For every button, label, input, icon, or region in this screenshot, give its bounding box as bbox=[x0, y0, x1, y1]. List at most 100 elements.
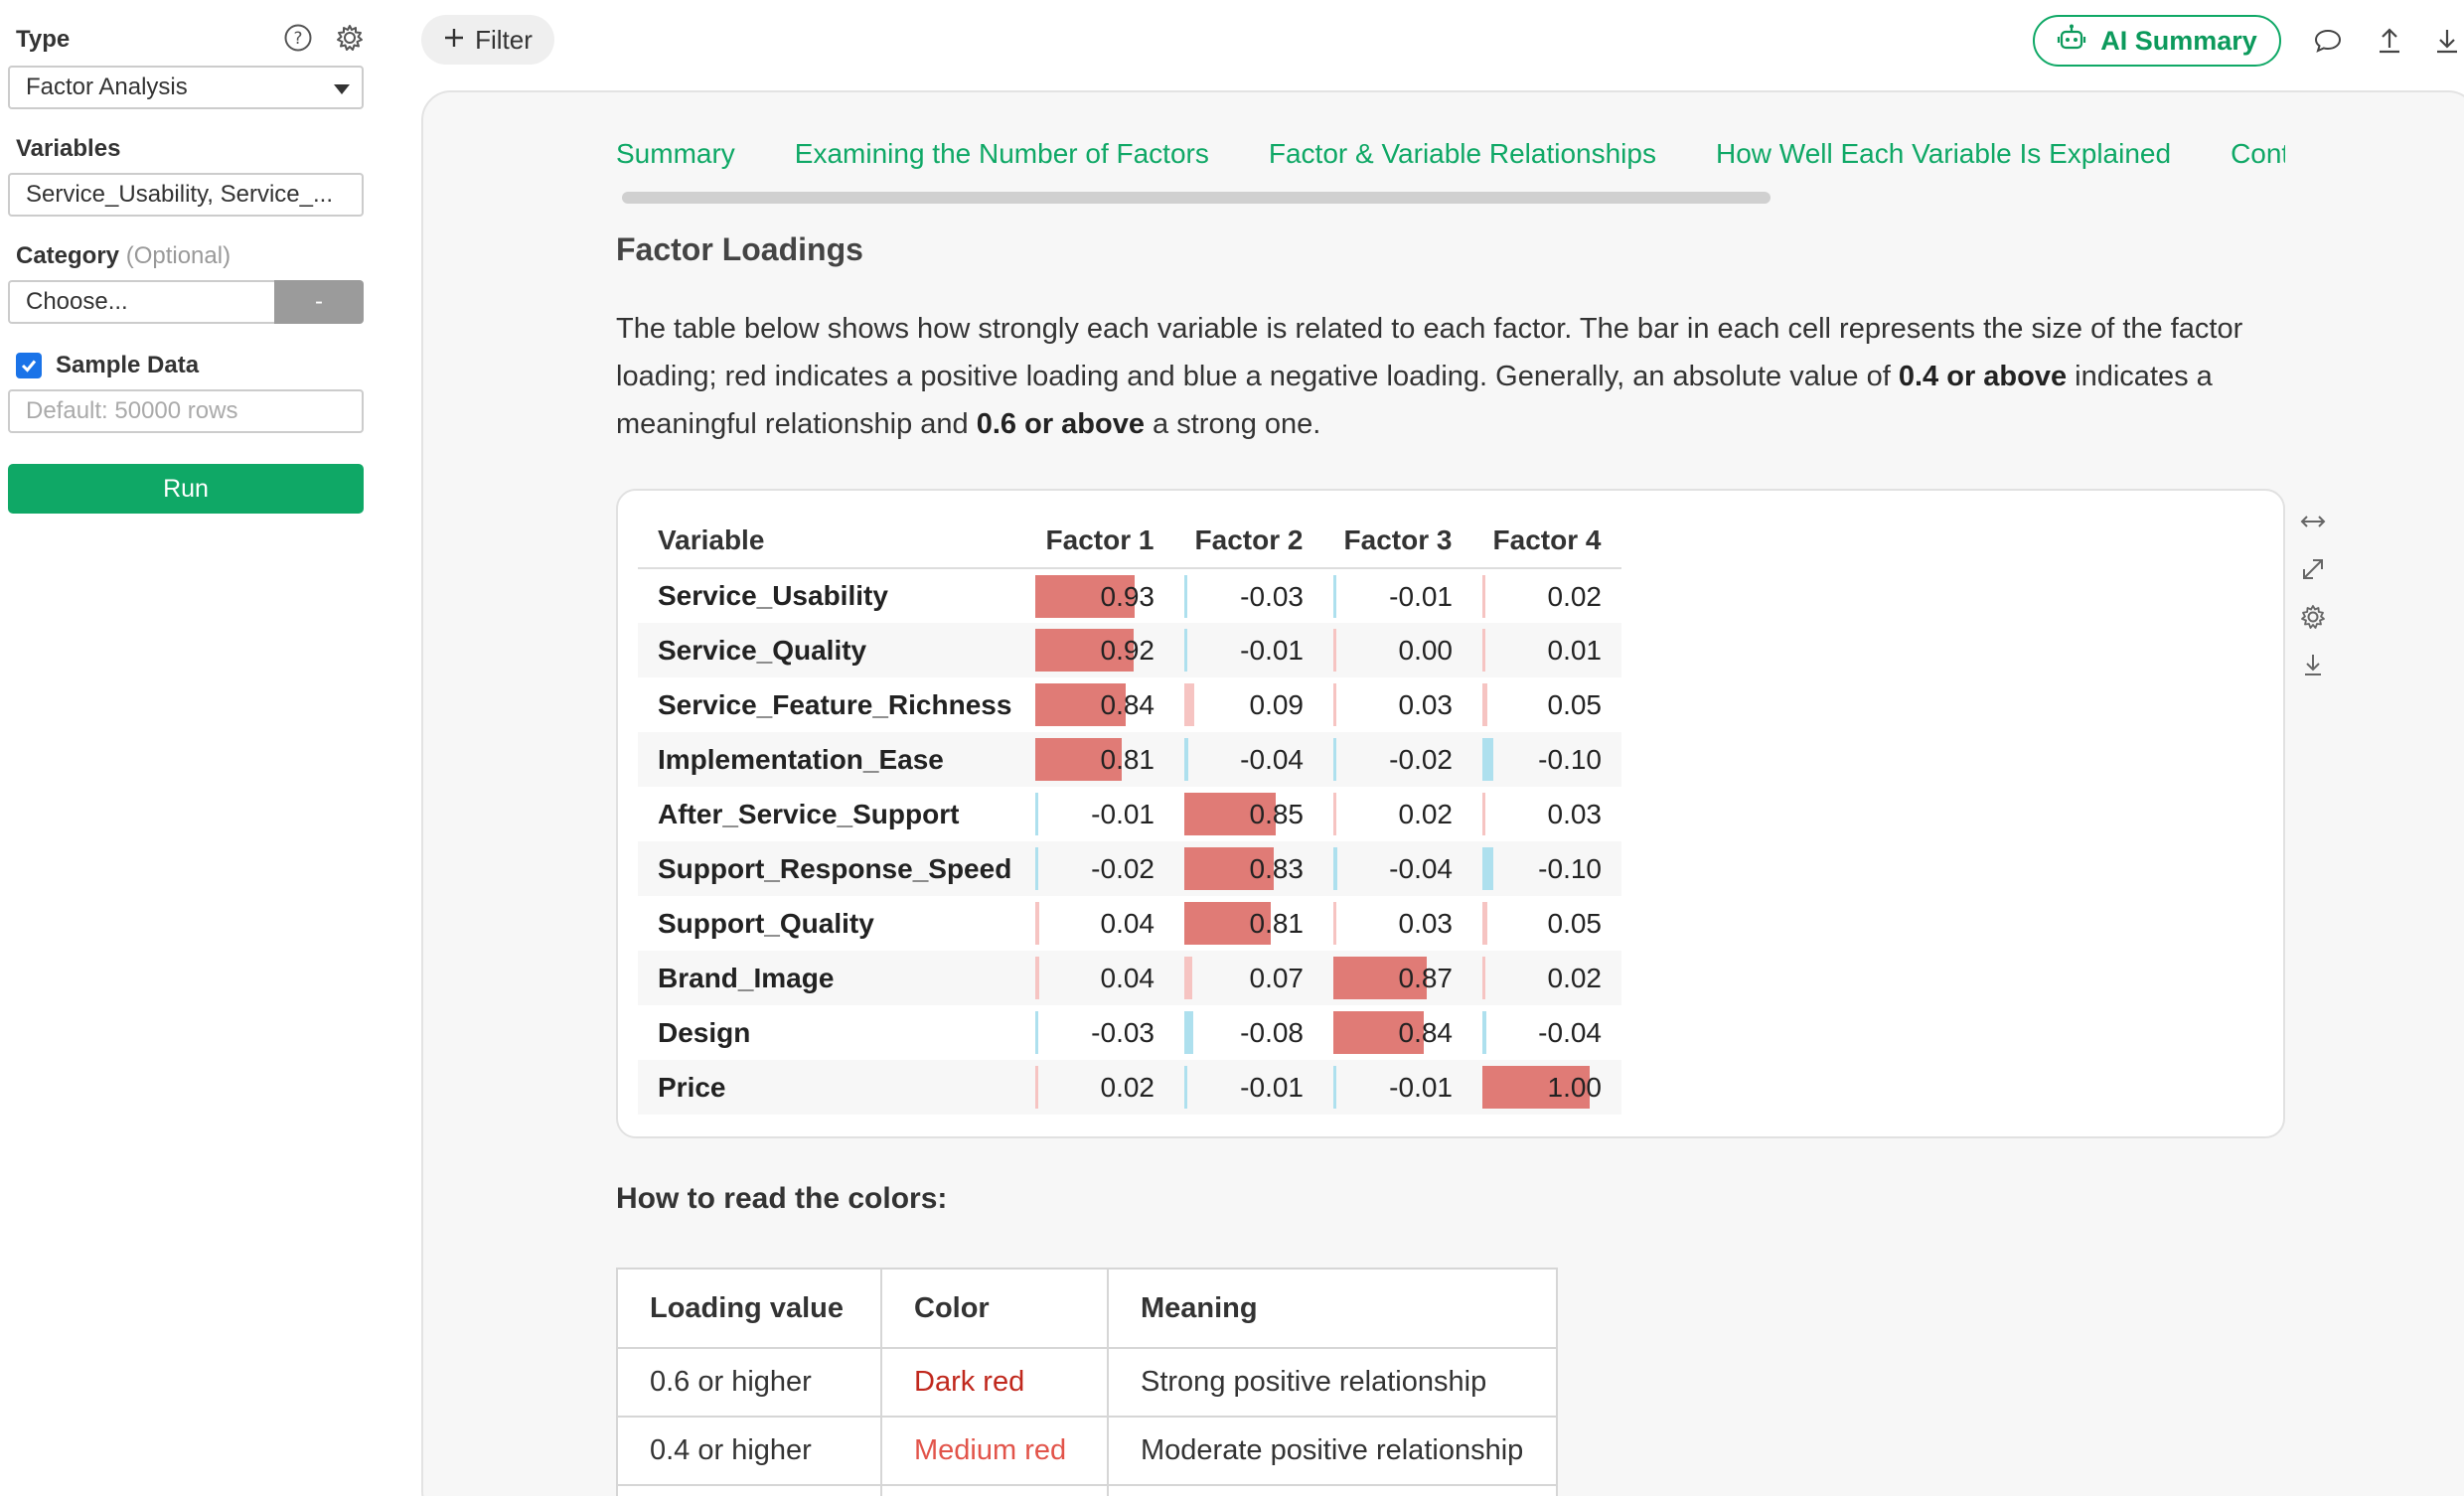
loading-value: -0.04 bbox=[1389, 852, 1453, 884]
loading-value: 0.05 bbox=[1547, 688, 1603, 720]
loading-cell: -0.04 bbox=[1323, 841, 1472, 896]
gear-icon[interactable] bbox=[334, 22, 366, 54]
loading-value: 0.81 bbox=[1100, 743, 1155, 775]
type-select[interactable]: Factor Analysis bbox=[8, 66, 364, 109]
loading-bar bbox=[1184, 575, 1188, 618]
legend-row: 0.6 or higher Dark red Strong positive r… bbox=[616, 1347, 1558, 1418]
loadings-table: Variable Factor 1 Factor 2 Factor 3 Fact… bbox=[638, 513, 1621, 1115]
desc-bold-1: 0.4 or above bbox=[1898, 361, 2068, 392]
variable-name: Design bbox=[658, 1016, 751, 1048]
tab-factor-variable-relationships[interactable]: Factor & Variable Relationships bbox=[1269, 138, 1656, 170]
robot-icon bbox=[2057, 23, 2086, 60]
legend-header-value: Loading value bbox=[616, 1268, 882, 1349]
upload-icon[interactable] bbox=[2373, 24, 2406, 58]
expand-horizontal-icon[interactable] bbox=[2296, 505, 2330, 538]
loading-cell: 0.03 bbox=[1323, 677, 1472, 732]
col-header-variable[interactable]: Variable bbox=[638, 513, 1025, 569]
sample-data-label: Sample Data bbox=[56, 352, 200, 378]
loading-cell: 0.81 bbox=[1174, 896, 1323, 951]
legend-row: 0.4 or higher Medium red Moderate positi… bbox=[616, 1416, 1558, 1486]
svg-text:?: ? bbox=[293, 29, 302, 49]
tab-scrollbar[interactable] bbox=[622, 192, 1771, 204]
sample-rows-input[interactable]: Default: 50000 rows bbox=[8, 389, 364, 433]
tab-summary[interactable]: Summary bbox=[616, 138, 735, 170]
loading-value: -0.10 bbox=[1538, 852, 1602, 884]
legend-header-color: Color bbox=[880, 1268, 1109, 1349]
loading-bar bbox=[1482, 629, 1485, 672]
sample-rows-placeholder: Default: 50000 rows bbox=[26, 397, 238, 424]
tab-number-of-factors[interactable]: Examining the Number of Factors bbox=[795, 138, 1209, 170]
loading-cell: 0.05 bbox=[1472, 677, 1621, 732]
ai-summary-button[interactable]: AI Summary bbox=[2033, 15, 2281, 67]
legend-header-meaning: Meaning bbox=[1107, 1268, 1558, 1349]
sidebar: Type ? Factor Analysis Variables Service… bbox=[0, 0, 383, 1496]
desc-bold-2: 0.6 or above bbox=[976, 408, 1145, 440]
loading-cell: -0.01 bbox=[1025, 787, 1174, 841]
tab-cont[interactable]: Cont bbox=[2231, 138, 2285, 170]
col-header-factor-4[interactable]: Factor 4 bbox=[1472, 513, 1621, 569]
loading-cell: 0.02 bbox=[1025, 1060, 1174, 1115]
loading-value: -0.02 bbox=[1389, 743, 1453, 775]
table-download-icon[interactable] bbox=[2296, 648, 2330, 681]
loading-cell: 0.01 bbox=[1472, 623, 1621, 677]
loading-value: 0.03 bbox=[1398, 907, 1454, 939]
loading-cell: 0.04 bbox=[1025, 951, 1174, 1005]
legend-color bbox=[880, 1484, 1109, 1496]
loading-value: 0.04 bbox=[1100, 962, 1155, 993]
loading-value: -0.01 bbox=[1091, 798, 1155, 829]
loading-cell: 0.84 bbox=[1025, 677, 1174, 732]
loading-bar bbox=[1184, 738, 1189, 781]
loading-bar bbox=[1482, 738, 1493, 781]
tab-variable-explained[interactable]: How Well Each Variable Is Explained bbox=[1716, 138, 2171, 170]
loading-cell: 0.04 bbox=[1025, 896, 1174, 951]
loading-cell: 0.84 bbox=[1323, 1005, 1472, 1060]
sample-data-row: Sample Data bbox=[16, 352, 199, 379]
legend-value: 0.6 or higher bbox=[616, 1347, 882, 1418]
col-header-factor-3[interactable]: Factor 3 bbox=[1323, 513, 1472, 569]
desc-part-3: a strong one. bbox=[1145, 408, 1321, 440]
loading-value: 0.01 bbox=[1547, 634, 1603, 666]
loading-bar bbox=[1184, 683, 1194, 726]
loading-bar bbox=[1184, 629, 1187, 672]
type-tools: ? bbox=[282, 22, 366, 54]
legend-meaning: Strong positive relationship bbox=[1107, 1347, 1558, 1418]
category-clear-button[interactable]: - bbox=[274, 280, 364, 324]
variables-field[interactable]: Service_Usability, Service_... bbox=[8, 173, 364, 217]
fullscreen-icon[interactable] bbox=[2296, 552, 2330, 586]
main-panel: Summary Examining the Number of Factors … bbox=[421, 90, 2464, 1496]
type-label: Type bbox=[16, 26, 71, 53]
loading-value: -0.08 bbox=[1240, 1016, 1304, 1048]
loading-cell: -0.01 bbox=[1174, 1060, 1323, 1115]
loading-value: -0.01 bbox=[1389, 1071, 1453, 1103]
loading-value: 0.04 bbox=[1100, 907, 1155, 939]
filter-button[interactable]: Filter bbox=[421, 15, 554, 65]
loading-value: 0.00 bbox=[1398, 634, 1454, 666]
variable-name: Service_Feature_Richness bbox=[658, 688, 1012, 720]
col-header-factor-2[interactable]: Factor 2 bbox=[1174, 513, 1323, 569]
loading-bar bbox=[1482, 847, 1493, 890]
variable-name: Implementation_Ease bbox=[638, 732, 1025, 787]
variable-name: Price bbox=[638, 1060, 1025, 1115]
loading-bar bbox=[1035, 1011, 1039, 1054]
help-icon[interactable]: ? bbox=[282, 22, 314, 54]
loading-value: 0.83 bbox=[1249, 852, 1305, 884]
loading-cell: 0.00 bbox=[1323, 623, 1472, 677]
loading-cell: 0.09 bbox=[1174, 677, 1323, 732]
loading-bar bbox=[1184, 1066, 1187, 1109]
category-row: Choose... - bbox=[8, 280, 364, 324]
loading-value: -0.03 bbox=[1240, 580, 1304, 612]
col-header-factor-1[interactable]: Factor 1 bbox=[1025, 513, 1174, 569]
color-legend-table: Loading value Color Meaning 0.6 or highe… bbox=[616, 1268, 1558, 1496]
loading-bar bbox=[1333, 575, 1336, 618]
settings-icon[interactable] bbox=[2296, 600, 2330, 634]
loading-bar bbox=[1482, 793, 1486, 835]
category-select[interactable]: Choose... bbox=[8, 280, 274, 324]
variable-name: After_Service_Support bbox=[658, 798, 960, 829]
loading-bar bbox=[1333, 1066, 1336, 1109]
loading-bar bbox=[1333, 793, 1336, 835]
loading-bar bbox=[1482, 902, 1488, 945]
download-icon[interactable] bbox=[2430, 24, 2464, 58]
run-button[interactable]: Run bbox=[8, 464, 364, 514]
comment-icon[interactable] bbox=[2311, 24, 2345, 58]
sample-data-checkbox[interactable] bbox=[16, 353, 42, 378]
